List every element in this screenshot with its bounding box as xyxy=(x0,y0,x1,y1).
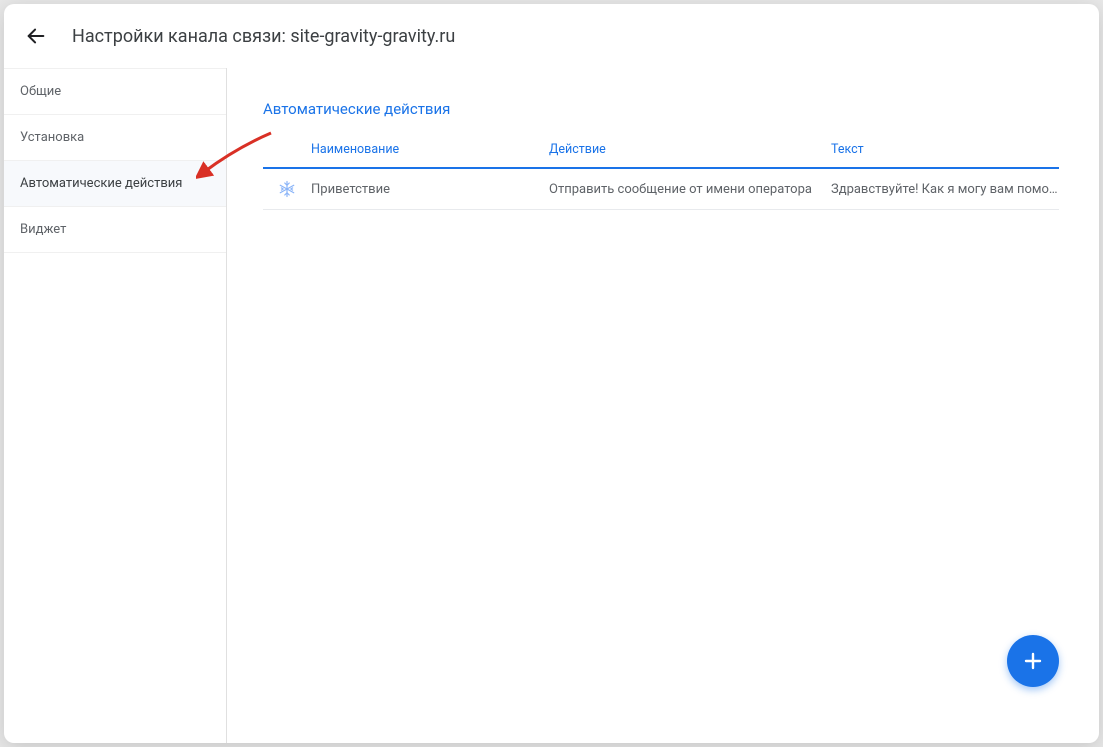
row-action-cell: Отправить сообщение от имени оператора xyxy=(549,182,831,197)
actions-table: Наименование Действие Текст xyxy=(263,142,1059,210)
sidebar: Общие Установка Автоматические действия … xyxy=(4,68,227,743)
add-action-button[interactable] xyxy=(1007,635,1059,687)
col-text-header[interactable]: Текст xyxy=(831,142,1059,157)
snowflake-icon xyxy=(278,180,296,198)
sidebar-item-general[interactable]: Общие xyxy=(4,68,226,115)
col-action-header[interactable]: Действие xyxy=(549,142,831,157)
sidebar-item-label: Виджет xyxy=(20,222,66,237)
settings-modal: Настройки канала связи: site-gravity-gra… xyxy=(4,4,1099,743)
col-icon-header xyxy=(263,142,311,157)
back-button[interactable] xyxy=(24,24,48,48)
modal-header: Настройки канала связи: site-gravity-gra… xyxy=(4,4,1099,68)
sidebar-item-install[interactable]: Установка xyxy=(4,115,226,161)
table-row[interactable]: Приветствие Отправить сообщение от имени… xyxy=(263,169,1059,210)
sidebar-item-label: Установка xyxy=(20,130,84,145)
sidebar-item-label: Автоматические действия xyxy=(20,176,182,191)
sidebar-item-auto-actions[interactable]: Автоматические действия xyxy=(4,161,226,207)
row-name-cell: Приветствие xyxy=(311,182,549,197)
table-header-row: Наименование Действие Текст xyxy=(263,142,1059,169)
col-name-header[interactable]: Наименование xyxy=(311,142,549,157)
content-title: Автоматические действия xyxy=(263,100,1059,118)
row-type-cell xyxy=(263,180,311,198)
sidebar-item-label: Общие xyxy=(20,84,61,99)
modal-title: Настройки канала связи: site-gravity-gra… xyxy=(72,26,455,47)
row-text-cell: Здравствуйте! Как я могу вам помо… xyxy=(831,182,1059,197)
plus-icon xyxy=(1021,649,1045,673)
arrow-left-icon xyxy=(25,25,47,47)
content-panel: Автоматические действия Наименование Дей… xyxy=(227,68,1099,743)
sidebar-item-widget[interactable]: Виджет xyxy=(4,207,226,253)
